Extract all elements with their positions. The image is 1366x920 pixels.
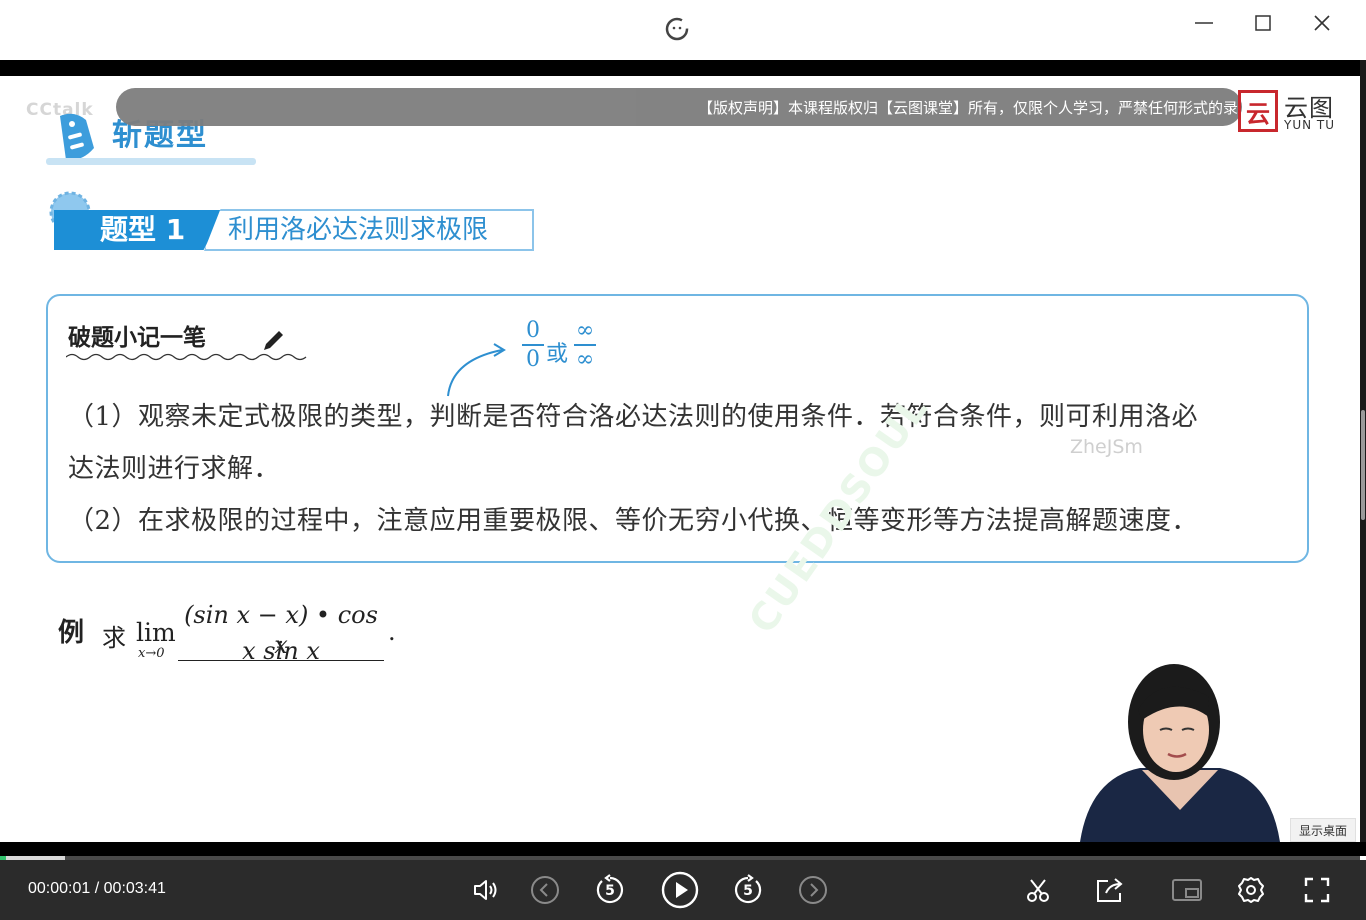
share-button[interactable]: [1093, 873, 1127, 907]
type-badge-label: 题型 1: [100, 213, 186, 246]
limit-operator: lim: [136, 618, 176, 647]
show-desktop-button[interactable]: 显示桌面: [1290, 818, 1356, 842]
curved-arrow-icon: [447, 343, 506, 397]
fraction-or: 或: [546, 342, 569, 367]
fullscreen-button[interactable]: [1300, 873, 1334, 907]
player-controls: 00:00:01 / 00:03:41 5 5: [0, 860, 1366, 920]
play-icon: [661, 871, 699, 909]
forward-seconds: 5: [743, 883, 753, 899]
chevron-right-icon: [799, 876, 827, 904]
minimize-button[interactable]: [1184, 8, 1224, 38]
note-line-2: 达法则进行求解．: [68, 454, 281, 484]
time-separator: /: [94, 880, 100, 897]
type-topic: 利用洛必达法则求极限: [228, 215, 489, 245]
copyright-text: 【版权声明】本课程版权归【云图课堂】所有，仅限个人学习，严禁任何形式的录: [697, 99, 1238, 117]
video-bottom-border: [0, 842, 1366, 856]
example-problem: 例 求 lim x→0 (sin x − x) • cos x x sin x …: [58, 596, 478, 686]
brand-seal-icon: 云: [1238, 90, 1278, 132]
fraction-denominator: ∞: [575, 347, 595, 372]
scissors-icon: [1027, 879, 1049, 902]
copyright-marquee: 【版权声明】本课程版权归【云图课堂】所有，仅限个人学习，严禁任何形式的录: [116, 88, 1242, 126]
close-button[interactable]: [1302, 8, 1342, 38]
fraction-zero-over-zero: 0 0: [522, 318, 544, 374]
picture-in-picture-icon: [1172, 879, 1202, 901]
close-icon: [1314, 15, 1330, 31]
fraction-denominator: x sin x: [242, 637, 320, 665]
brand-logo: 云 云图 YUN TU: [1238, 88, 1338, 134]
example-verb: 求: [102, 624, 126, 652]
video-frame[interactable]: CCtalk 斩题型 【版权声明】本课程版权归【云图课堂】所有，仅限个人学习，严…: [0, 76, 1360, 842]
rewind-5-button[interactable]: 5: [593, 873, 627, 907]
current-time: 00:00:01: [28, 880, 91, 897]
limit-subscript: x→0: [138, 646, 165, 661]
play-button[interactable]: [659, 869, 701, 911]
note-line-1: （1）观察未定式极限的类型，判断是否符合洛必达法则的使用条件．若符合条件，则可利…: [68, 402, 1199, 432]
next-button[interactable]: [796, 873, 830, 907]
scrollbar-thumb[interactable]: [1361, 410, 1365, 520]
section-underline: [46, 158, 256, 165]
notes-title: 破题小记一笔: [68, 325, 206, 351]
minimize-icon: [1195, 22, 1213, 24]
maximize-button[interactable]: [1243, 8, 1283, 38]
example-tag: 例: [58, 618, 85, 648]
fullscreen-icon: [1304, 877, 1330, 903]
previous-button[interactable]: [528, 873, 562, 907]
fraction-numerator: ∞: [574, 318, 596, 346]
maximize-icon: [1255, 15, 1271, 31]
video-top-border: [0, 60, 1366, 76]
pencil-icon: [264, 331, 283, 350]
rewind-seconds: 5: [605, 883, 615, 899]
forward-5-icon: 5: [734, 874, 762, 904]
brand-name-en: YUN TU: [1284, 118, 1336, 132]
fraction-inf-over-inf: ∞ ∞: [574, 318, 596, 374]
rewind-5-icon: 5: [596, 874, 624, 904]
gear-icon: [1238, 877, 1264, 903]
notes-box: 破题小记一笔 0 0 或 ∞ ∞ （1）观察未定式极限的类型，判断是否符合洛必达…: [46, 294, 1309, 563]
example-period: .: [388, 618, 396, 646]
app-logo-icon: [665, 17, 689, 41]
volume-button[interactable]: [469, 873, 503, 907]
total-time: 00:03:41: [103, 880, 166, 897]
teacher-video-overlay: [1080, 664, 1280, 842]
clip-button[interactable]: [1021, 873, 1055, 907]
time-display: 00:00:01 / 00:03:41: [28, 880, 166, 898]
forward-5-button[interactable]: 5: [731, 873, 765, 907]
indeterminate-forms: 0 0 或 ∞ ∞: [522, 318, 612, 388]
title-bar: [0, 0, 1366, 60]
note-line-3: （2）在求极限的过程中，注意应用重要极限、等价无穷小代换、恒等变形等方法提高解题…: [68, 506, 1199, 536]
volume-icon: [474, 880, 497, 900]
share-icon: [1097, 878, 1123, 902]
picture-in-picture-button[interactable]: [1170, 873, 1204, 907]
fraction-numerator: 0: [522, 318, 544, 346]
fraction-denominator: 0: [526, 347, 540, 372]
chevron-left-icon: [531, 876, 559, 904]
settings-button[interactable]: [1234, 873, 1268, 907]
user-watermark: ZheJSm: [1070, 436, 1143, 458]
